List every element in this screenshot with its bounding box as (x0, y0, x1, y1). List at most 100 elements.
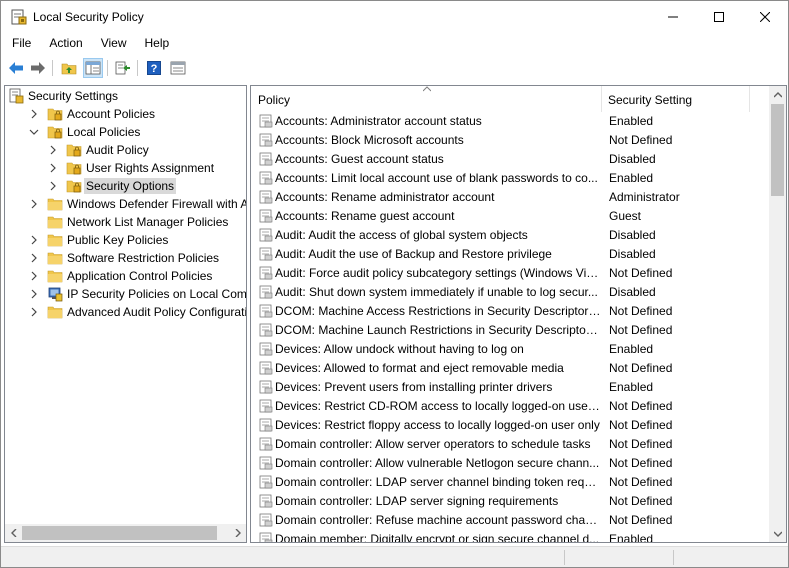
chevron-right-icon[interactable] (48, 181, 58, 191)
security-setting-value: Not Defined (609, 399, 673, 413)
scroll-left-button[interactable] (5, 524, 22, 542)
chevron-right-icon[interactable] (29, 253, 39, 263)
list-item[interactable]: Accounts: Guest account status Disabled (251, 150, 769, 169)
list-item[interactable]: Domain controller: Allow server operator… (251, 435, 769, 454)
column-divider[interactable] (601, 86, 602, 112)
chevron-right-icon[interactable] (29, 271, 39, 281)
policy-item-icon (259, 380, 273, 394)
list-item[interactable]: Domain controller: LDAP server signing r… (251, 492, 769, 511)
tree-node-label: IP Security Policies on Local Compute (67, 287, 247, 301)
list-item[interactable]: Domain controller: Refuse machine accoun… (251, 511, 769, 530)
export-list-button[interactable] (113, 58, 133, 78)
list-item[interactable]: Devices: Allowed to format and eject rem… (251, 359, 769, 378)
maximize-button[interactable] (696, 1, 742, 33)
list-item[interactable]: Devices: Restrict CD-ROM access to local… (251, 397, 769, 416)
policy-item-icon (259, 247, 273, 261)
title-bar[interactable]: Local Security Policy (1, 1, 788, 33)
list-vertical-scrollbar[interactable] (769, 86, 786, 542)
window-title: Local Security Policy (33, 10, 144, 24)
chevron-right-icon[interactable] (29, 109, 39, 119)
list-item[interactable]: Audit: Shut down system immediately if u… (251, 283, 769, 302)
tree-node[interactable]: IP Security Policies on Local Compute (5, 285, 247, 303)
tree-node-label: Audit Policy (86, 143, 149, 157)
chevron-right-icon[interactable] (48, 145, 58, 155)
policy-item-icon (259, 190, 273, 204)
menu-file[interactable]: File (1, 33, 38, 53)
list-item[interactable]: DCOM: Machine Launch Restrictions in Sec… (251, 321, 769, 340)
export-list-icon (115, 61, 130, 75)
menu-view[interactable]: View (90, 33, 134, 53)
show-hide-tree-button[interactable] (83, 58, 103, 78)
list-item[interactable]: Audit: Audit the access of global system… (251, 226, 769, 245)
chevron-right-icon[interactable] (29, 235, 39, 245)
menu-bar: File Action View Help (1, 33, 788, 53)
policy-name: Audit: Audit the use of Backup and Resto… (275, 247, 552, 261)
list-item[interactable]: Accounts: Rename administrator account Ad… (251, 188, 769, 207)
scroll-right-button[interactable] (229, 524, 246, 542)
tree-node[interactable]: Windows Defender Firewall with Adva (5, 195, 246, 213)
scroll-thumb[interactable] (22, 526, 217, 540)
list-pane[interactable]: Policy Security Setting Accounts: Admini… (250, 85, 787, 543)
list-item[interactable]: Domain member: Digitally encrypt or sign… (251, 530, 769, 542)
policy-item-icon (259, 418, 273, 432)
tree-node[interactable]: Advanced Audit Policy Configuration (5, 303, 246, 321)
chevron-right-icon[interactable] (48, 163, 58, 173)
policy-name: Devices: Allow undock without having to … (275, 342, 524, 356)
column-header-policy[interactable]: Policy (258, 86, 290, 112)
tree-node[interactable]: User Rights Assignment (5, 159, 245, 177)
back-button[interactable] (6, 58, 26, 78)
chevron-right-icon[interactable] (29, 199, 39, 209)
chevron-up-icon (773, 91, 782, 97)
policy-name: DCOM: Machine Access Restrictions in Sec… (275, 304, 601, 318)
up-folder-icon (61, 63, 77, 75)
security-setting-value: Enabled (609, 114, 654, 128)
scroll-up-button[interactable] (769, 86, 786, 103)
list-item[interactable]: Accounts: Limit local account use of bla… (251, 169, 769, 188)
close-button[interactable] (742, 1, 788, 33)
tree-node[interactable]: Security Settings (5, 87, 245, 105)
list-item[interactable]: Domain controller: Allow vulnerable Netl… (251, 454, 769, 473)
tree-pane[interactable]: Security Settings Account Policies Local P… (4, 85, 247, 543)
up-one-level-button[interactable] (59, 58, 79, 78)
list-item[interactable]: Accounts: Administrator account status En… (251, 112, 769, 131)
minimize-icon (668, 16, 678, 18)
list-item[interactable]: Devices: Prevent users from installing p… (251, 378, 769, 397)
policy-name: Domain controller: Allow vulnerable Netl… (275, 456, 600, 470)
list-item[interactable]: Audit: Force audit policy subcategory se… (251, 264, 769, 283)
tree-horizontal-scrollbar[interactable] (5, 524, 246, 542)
forward-button[interactable] (28, 58, 48, 78)
tree-node[interactable]: Software Restriction Policies (5, 249, 245, 267)
minimize-button[interactable] (650, 1, 696, 33)
list-item[interactable]: DCOM: Machine Access Restrictions in Sec… (251, 302, 769, 321)
security-setting-value: Disabled (609, 285, 656, 299)
column-divider[interactable] (749, 86, 750, 112)
policy-item-icon (259, 133, 273, 147)
tree-node[interactable]: Network List Manager Policies (5, 213, 245, 231)
tree-node[interactable]: Audit Policy (5, 141, 245, 159)
scroll-thumb[interactable] (771, 104, 784, 196)
column-header-security-setting[interactable]: Security Setting (608, 86, 692, 112)
help-icon: ? (147, 61, 161, 75)
chevron-right-icon[interactable] (29, 289, 39, 299)
security-setting-value: Disabled (609, 247, 656, 261)
list-item[interactable]: Devices: Restrict floppy access to local… (251, 416, 769, 435)
scroll-down-button[interactable] (769, 525, 786, 542)
tree-node[interactable]: Application Control Policies (5, 267, 245, 285)
properties-button[interactable] (168, 58, 188, 78)
tree-node[interactable]: Public Key Policies (5, 231, 245, 249)
list-item[interactable]: Audit: Audit the use of Backup and Resto… (251, 245, 769, 264)
tree-node[interactable]: Local Policies (5, 123, 245, 141)
list-item[interactable]: Domain controller: LDAP server channel b… (251, 473, 769, 492)
chevron-right-icon[interactable] (29, 307, 39, 317)
menu-action[interactable]: Action (38, 33, 89, 53)
list-item[interactable]: Accounts: Block Microsoft accounts Not De… (251, 131, 769, 150)
list-item[interactable]: Devices: Allow undock without having to … (251, 340, 769, 359)
security-setting-value: Disabled (609, 228, 656, 242)
tree-node[interactable]: Security Options (5, 177, 245, 195)
menu-help[interactable]: Help (134, 33, 177, 53)
list-item[interactable]: Accounts: Rename guest account Guest (251, 207, 769, 226)
chevron-down-icon[interactable] (29, 127, 39, 137)
tree-node[interactable]: Account Policies (5, 105, 245, 123)
policy-name: Domain controller: Refuse machine accoun… (275, 513, 601, 527)
help-button[interactable]: ? (144, 58, 164, 78)
